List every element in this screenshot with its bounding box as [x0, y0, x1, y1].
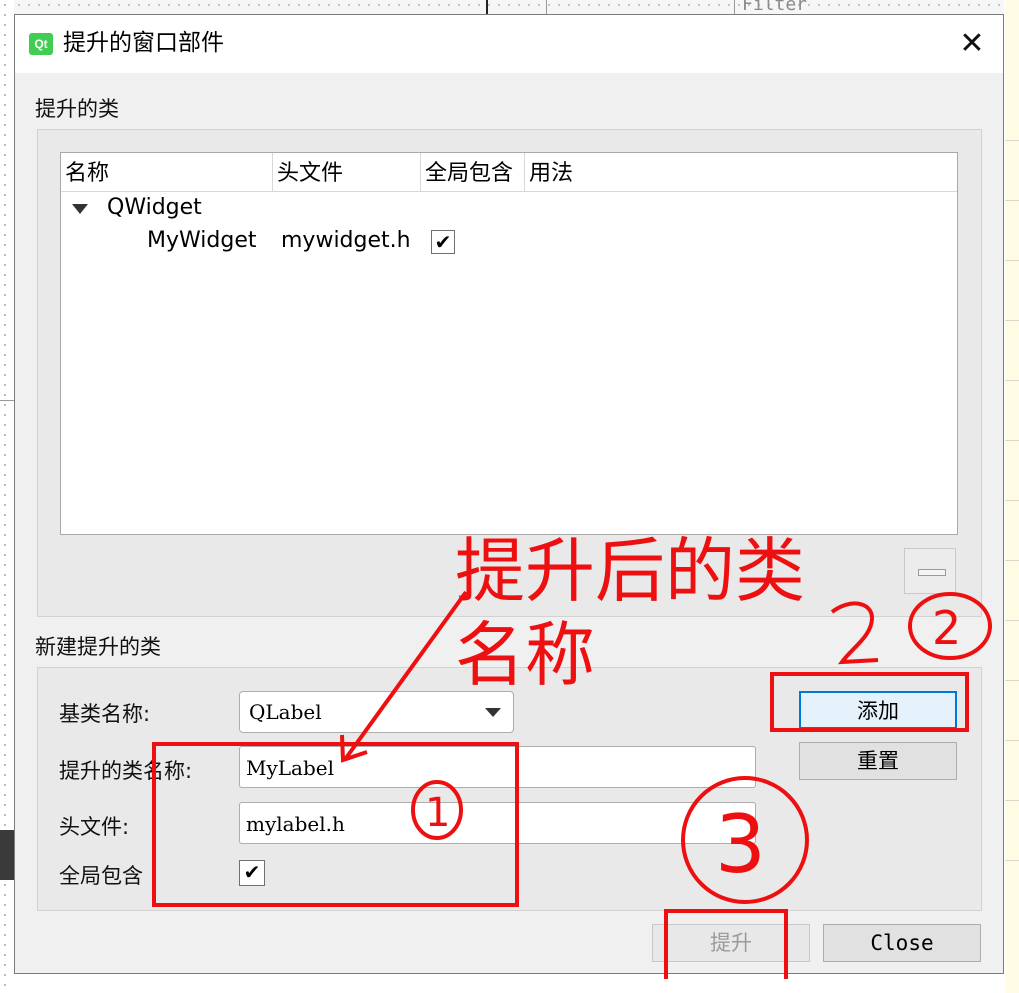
- child-global-include-checkbox[interactable]: ✔: [431, 230, 455, 254]
- header-file-label: 头文件:: [59, 815, 130, 839]
- panel-row-line: [1005, 500, 1019, 501]
- panel-row-line: [1005, 680, 1019, 681]
- canvas-divider: [0, 400, 14, 401]
- canvas-line: [734, 0, 735, 14]
- panel-row-line: [1005, 620, 1019, 621]
- panel-row-line: [1005, 560, 1019, 561]
- base-class-value: QLabel: [249, 700, 322, 724]
- annotation-note-line1: 提升后的类: [455, 530, 805, 612]
- remove-button[interactable]: [904, 548, 956, 594]
- qt-logo-icon: Qt: [29, 33, 53, 55]
- canvas-line: [486, 0, 488, 14]
- chevron-down-icon: [485, 708, 501, 717]
- global-include-label: 全局包含: [59, 864, 143, 888]
- panel-row-line: [1005, 440, 1019, 441]
- panel-row-line: [1005, 260, 1019, 261]
- annotation-box-add-button: [770, 672, 969, 732]
- promoted-classes-label: 提升的类: [35, 97, 119, 121]
- close-icon[interactable]: ✕: [959, 29, 985, 59]
- panel-row-line: [1005, 860, 1019, 861]
- panel-row-line: [1005, 320, 1019, 321]
- parent-class-name: QWidget: [107, 195, 202, 220]
- expand-triangle-icon[interactable]: [72, 204, 88, 214]
- column-header-name[interactable]: 名称: [61, 153, 273, 191]
- panel-row-line: [1005, 200, 1019, 201]
- property-panel-background: [1005, 0, 1019, 993]
- base-class-combo[interactable]: QLabel: [239, 691, 514, 733]
- tree-row-child[interactable]: MyWidget mywidget.h ✔: [61, 226, 957, 258]
- panel-row-line: [1005, 380, 1019, 381]
- panel-row-line: [1005, 740, 1019, 741]
- dialog-title: 提升的窗口部件: [63, 30, 224, 56]
- column-header-global-include[interactable]: 全局包含: [421, 153, 525, 191]
- tree-header: 名称 头文件 全局包含 用法: [61, 153, 957, 192]
- filter-input-background: Filter: [742, 0, 808, 15]
- minus-icon: [918, 569, 946, 576]
- base-class-label: 基类名称:: [59, 702, 151, 726]
- annotation-note-line2: 名称: [455, 614, 595, 696]
- tree-row-parent[interactable]: QWidget: [61, 193, 957, 225]
- reset-button[interactable]: 重置: [799, 742, 957, 780]
- new-promoted-class-label: 新建提升的类: [35, 635, 161, 659]
- column-header-header-file[interactable]: 头文件: [273, 153, 421, 191]
- panel-row-line: [1005, 140, 1019, 141]
- panel-row-line: [1005, 800, 1019, 801]
- designer-canvas-top: [14, 0, 1004, 14]
- title-bar[interactable]: Qt 提升的窗口部件 ✕: [15, 15, 1003, 73]
- canvas-line: [546, 0, 547, 14]
- canvas-dark-widget: [0, 830, 14, 880]
- promoted-classes-tree[interactable]: 名称 头文件 全局包含 用法 QWidget MyWidget mywidget…: [60, 152, 958, 535]
- annotation-box-promote-button: [664, 909, 788, 979]
- column-header-usage[interactable]: 用法: [525, 153, 957, 191]
- annotation-box-form-fields: [152, 742, 519, 907]
- child-class-name: MyWidget: [147, 228, 257, 253]
- child-header-file: mywidget.h: [281, 228, 411, 253]
- close-button[interactable]: Close: [823, 924, 981, 962]
